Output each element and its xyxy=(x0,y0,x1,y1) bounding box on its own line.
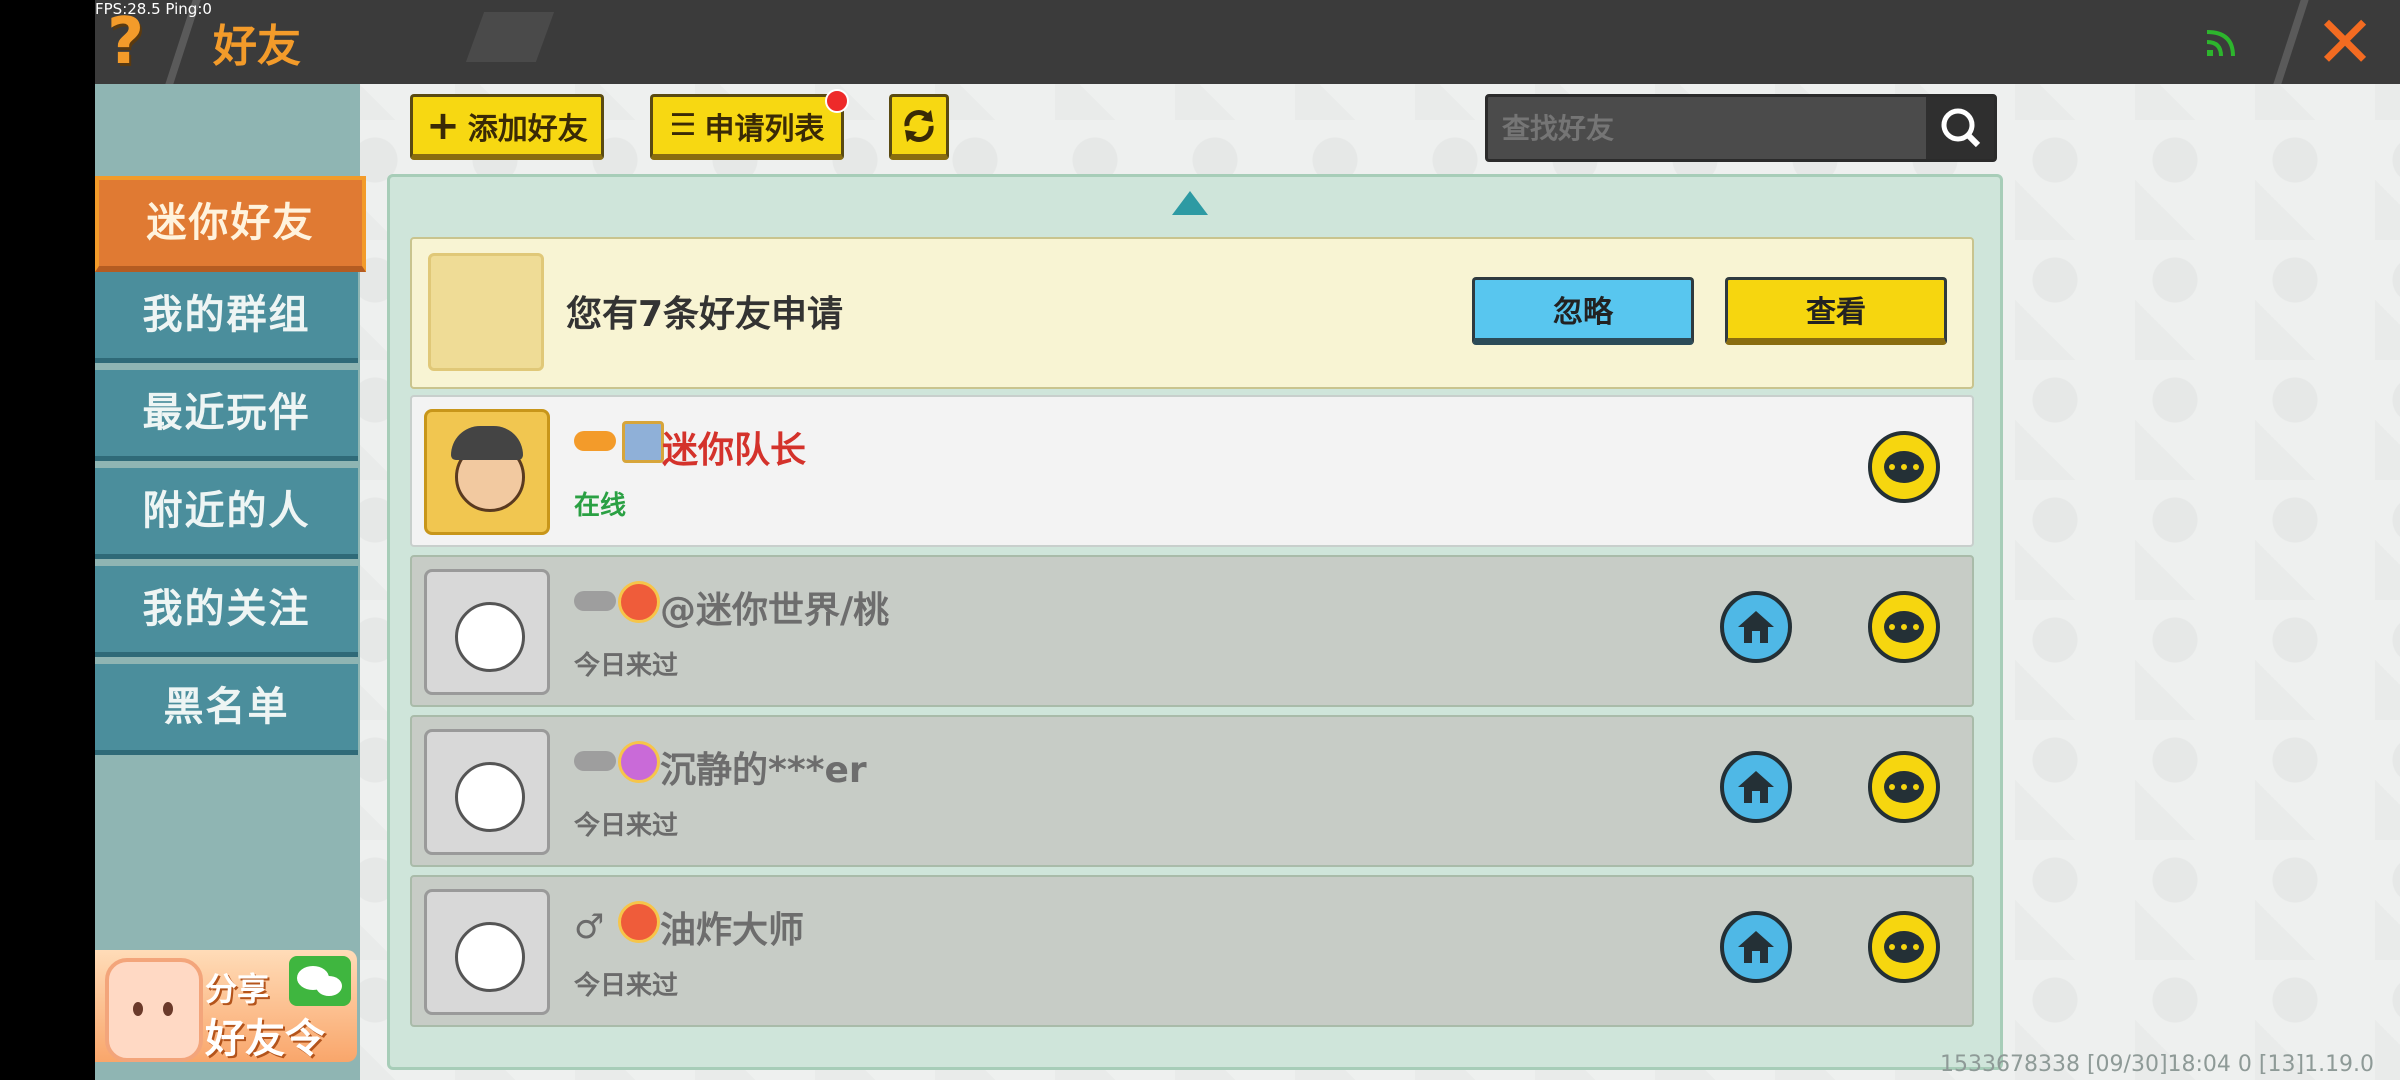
ignore-button[interactable]: 忽略 xyxy=(1472,277,1694,345)
male-gender-icon: ♂ xyxy=(574,907,605,947)
sidebar-item-nearby[interactable]: 附近的人 xyxy=(95,468,358,559)
chat-icon xyxy=(1884,451,1924,483)
decorative-slab xyxy=(465,12,555,62)
close-button[interactable]: ✕ xyxy=(2305,0,2385,84)
view-button[interactable]: 查看 xyxy=(1725,277,1947,345)
close-x-icon: ✕ xyxy=(2314,0,2376,84)
add-friend-label: 添加好友 xyxy=(467,111,588,147)
mascot-avatar xyxy=(105,958,203,1062)
refresh-button[interactable] xyxy=(889,94,949,160)
creator-badge-icon xyxy=(618,741,660,783)
chat-icon xyxy=(1884,611,1924,643)
fps-indicator: FPS:28.5 Ping:0 xyxy=(95,0,212,18)
home-icon xyxy=(1738,771,1774,803)
sidebar-item-mini-friends[interactable]: 迷你好友 xyxy=(95,176,366,272)
friend-name: @迷你世界/桃 xyxy=(660,590,890,631)
share-label: 分享 xyxy=(205,970,270,1008)
visit-home-button[interactable] xyxy=(1720,591,1792,663)
version-info: 1533678338 [09/30]18:04 0 [13]1.19.0 xyxy=(1940,1052,2375,1077)
add-friend-button[interactable]: + 添加好友 xyxy=(410,94,604,160)
chat-button[interactable] xyxy=(1868,751,1940,823)
request-list-button[interactable]: ☰ 申请列表 xyxy=(650,89,849,160)
friend-row[interactable]: ♂ 油炸大师 今日来过 xyxy=(410,875,1974,1027)
sidebar-item-my-groups[interactable]: 我的群组 xyxy=(95,272,358,363)
scroll-up-arrow-icon[interactable] xyxy=(1172,191,1208,215)
divider xyxy=(2273,0,2309,84)
chat-button[interactable] xyxy=(1868,591,1940,663)
friend-row[interactable]: 沉静的***er 今日来过 xyxy=(410,715,1974,867)
sidebar-item-blacklist[interactable]: 黑名单 xyxy=(95,664,358,755)
search-box xyxy=(1485,94,1997,162)
search-button[interactable] xyxy=(1926,97,1994,159)
share-friend-code-banner[interactable]: 分享 好友令 xyxy=(95,950,357,1062)
sidebar: 迷你好友 我的群组 最近玩伴 附近的人 我的关注 黑名单 分享 好友令 xyxy=(95,84,366,1080)
creator-badge-icon xyxy=(618,581,660,623)
search-icon xyxy=(1941,108,1981,148)
creator-badge-icon xyxy=(618,901,660,943)
friend-status: 今日来过 xyxy=(574,811,679,841)
friend-name: 油炸大师 xyxy=(660,910,805,951)
list-icon: ☰ xyxy=(669,108,697,143)
chat-icon xyxy=(1884,771,1924,803)
visit-home-button[interactable] xyxy=(1720,751,1792,823)
friend-name: 迷你队长 xyxy=(662,430,807,471)
friend-code-label: 好友令 xyxy=(205,1016,325,1062)
chat-button[interactable] xyxy=(1868,911,1940,983)
friend-request-count: 您有7条好友申请 xyxy=(566,294,844,335)
plus-icon: + xyxy=(426,102,460,149)
avatar[interactable] xyxy=(424,409,550,535)
chat-button[interactable] xyxy=(1868,431,1940,503)
request-list-label: 申请列表 xyxy=(704,111,825,147)
friend-status: 今日来过 xyxy=(574,651,679,681)
friend-status: 在线 xyxy=(574,491,627,521)
avatar[interactable] xyxy=(424,729,550,855)
friend-name: 沉静的***er xyxy=(660,750,867,791)
refresh-icon xyxy=(904,109,934,142)
friend-request-card: 您有7条好友申请 忽略 查看 xyxy=(410,237,1974,389)
friend-row[interactable]: @迷你世界/桃 今日来过 xyxy=(410,555,1974,707)
home-icon xyxy=(1738,611,1774,643)
friend-status: 今日来过 xyxy=(574,971,679,1001)
chat-icon xyxy=(1884,931,1924,963)
mask-badge-icon xyxy=(574,591,616,611)
sidebar-item-following[interactable]: 我的关注 xyxy=(95,566,358,657)
top-bar: ? 好友 ✕ xyxy=(95,0,2400,84)
signal-icon xyxy=(2206,30,2235,57)
avatar[interactable] xyxy=(424,569,550,695)
visit-home-button[interactable] xyxy=(1720,911,1792,983)
page-title: 好友 xyxy=(213,21,301,72)
mask-badge-icon xyxy=(574,431,616,451)
request-mascot-icon xyxy=(428,253,544,371)
home-icon xyxy=(1738,931,1774,963)
friends-screen: ? 好友 ✕ 迷你好友 我的群组 最近玩伴 附近的人 我的关注 黑名单 分享 好… xyxy=(95,0,2400,1080)
sidebar-item-recent-players[interactable]: 最近玩伴 xyxy=(95,370,358,461)
friend-row[interactable]: 迷你队长 在线 xyxy=(410,395,1974,547)
search-input[interactable] xyxy=(1500,105,1904,151)
notification-dot xyxy=(825,89,849,113)
mask-badge-icon xyxy=(574,751,616,771)
friend-list-panel[interactable]: 您有7条好友申请 忽略 查看 迷你队长 在线 @迷你世界/桃 今日来过 沉静的*… xyxy=(387,174,2003,1070)
vip-badge-icon xyxy=(622,421,664,463)
avatar[interactable] xyxy=(424,889,550,1015)
wechat-icon xyxy=(289,956,351,1006)
